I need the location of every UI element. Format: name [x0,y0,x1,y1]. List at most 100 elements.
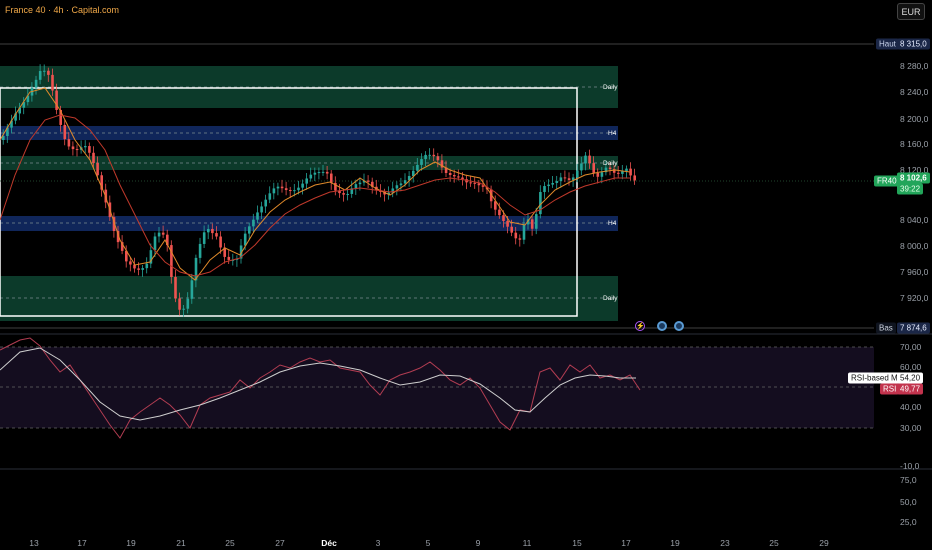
bar-countdown: 39:22 [897,183,924,195]
candle-body [530,219,534,229]
chart-title: France 40 · 4h · Capital.com [5,5,120,15]
candle-body [145,263,149,269]
candle-body [313,172,317,175]
daily-zone-bottom [0,276,618,321]
candle-body [366,180,370,182]
candle-body [321,171,325,173]
time-tick-month: Déc [321,538,337,548]
price-tick: 8 240,0 [900,87,929,97]
rsi-tick: 70,00 [900,342,922,352]
candle-body [272,188,276,194]
candle-body [43,70,46,72]
price-tick: 7 920,0 [900,293,929,303]
candle-body [153,236,157,251]
candle-body [633,175,636,181]
candle-body [293,190,296,192]
time-tick: 9 [475,538,481,548]
candle-body [190,280,194,299]
candle-body [461,177,464,180]
price-tick: 8 280,0 [900,61,929,71]
candle-body [264,199,267,207]
candle-body [584,155,587,164]
candle-body [621,171,624,174]
rsi-band [0,347,874,428]
zone-label-h4: H4 [608,130,617,137]
time-tick: 3 [375,538,381,548]
dividend-icon[interactable] [674,321,684,331]
high-value: 8 315,0 [897,38,930,50]
time-tick: 19 [670,538,680,548]
candle-body [47,70,50,75]
time-tick: 25 [225,538,235,548]
candle-body [432,154,436,157]
candle-body [243,233,247,246]
zone-label-daily: Daily [603,160,618,167]
time-tick: 17 [77,538,87,548]
candle-body [256,212,259,220]
candle-body [502,215,505,221]
candle-body [174,277,177,299]
time-tick: 5 [425,538,431,548]
candle-body [88,146,91,153]
time-tick: 23 [720,538,730,548]
candle-body [395,185,399,189]
rsi-tick: 30,00 [900,423,922,433]
candle-body [260,206,263,213]
candle-body [588,155,591,164]
currency-button[interactable]: EUR [897,3,925,20]
candle-body [219,236,222,248]
candle-body [178,298,181,310]
candle-body [84,146,87,148]
candle-body [129,261,132,265]
candle-body [580,163,583,171]
rsi-ma-value: 54,20 [897,372,924,384]
candle-body [215,233,218,237]
candle-body [186,298,190,309]
high-label: Haut [876,38,899,50]
price-tick: 7 960,0 [900,267,929,277]
candle-body [325,171,329,174]
candle-body [96,163,99,176]
candle-body [420,159,423,165]
candle-body [453,174,456,177]
candle-body [563,177,567,179]
candle-body [547,184,550,187]
candle-body [448,172,452,175]
lightning-icon[interactable]: ⚡ [635,321,645,331]
candle-body [436,156,440,161]
candle-body [207,228,210,233]
dividend-icon[interactable] [657,321,667,331]
candle-body [346,193,349,195]
time-tick: 25 [769,538,779,548]
time-tick: 11 [522,538,532,548]
candle-body [424,154,427,160]
candle-body [330,173,333,183]
candle-body [551,183,554,185]
candle-body [309,174,313,179]
price-tick: 8 040,0 [900,215,929,225]
zone-level-lines [0,86,618,299]
candle-body [305,178,308,184]
candle-body [211,228,214,234]
time-tick: 15 [572,538,582,548]
chart-canvas[interactable] [0,0,932,550]
candle-body [301,183,304,188]
candle-body [592,163,595,173]
time-tick: 17 [621,538,631,548]
rsi-value: 49,77 [897,383,924,395]
candle-body [510,226,513,233]
candle-body [354,184,358,189]
candle-body [469,182,472,184]
candle-body [625,168,628,172]
candle-body [268,193,272,200]
candle-body [514,232,518,239]
candle-body [276,186,280,189]
candle-body [289,190,292,192]
candle-body [51,74,54,91]
candle-body [473,182,477,184]
candle-body [227,256,231,260]
candle-body [543,186,546,192]
candle-body [399,183,403,186]
candle-body [567,178,571,180]
candle-body [477,183,481,186]
